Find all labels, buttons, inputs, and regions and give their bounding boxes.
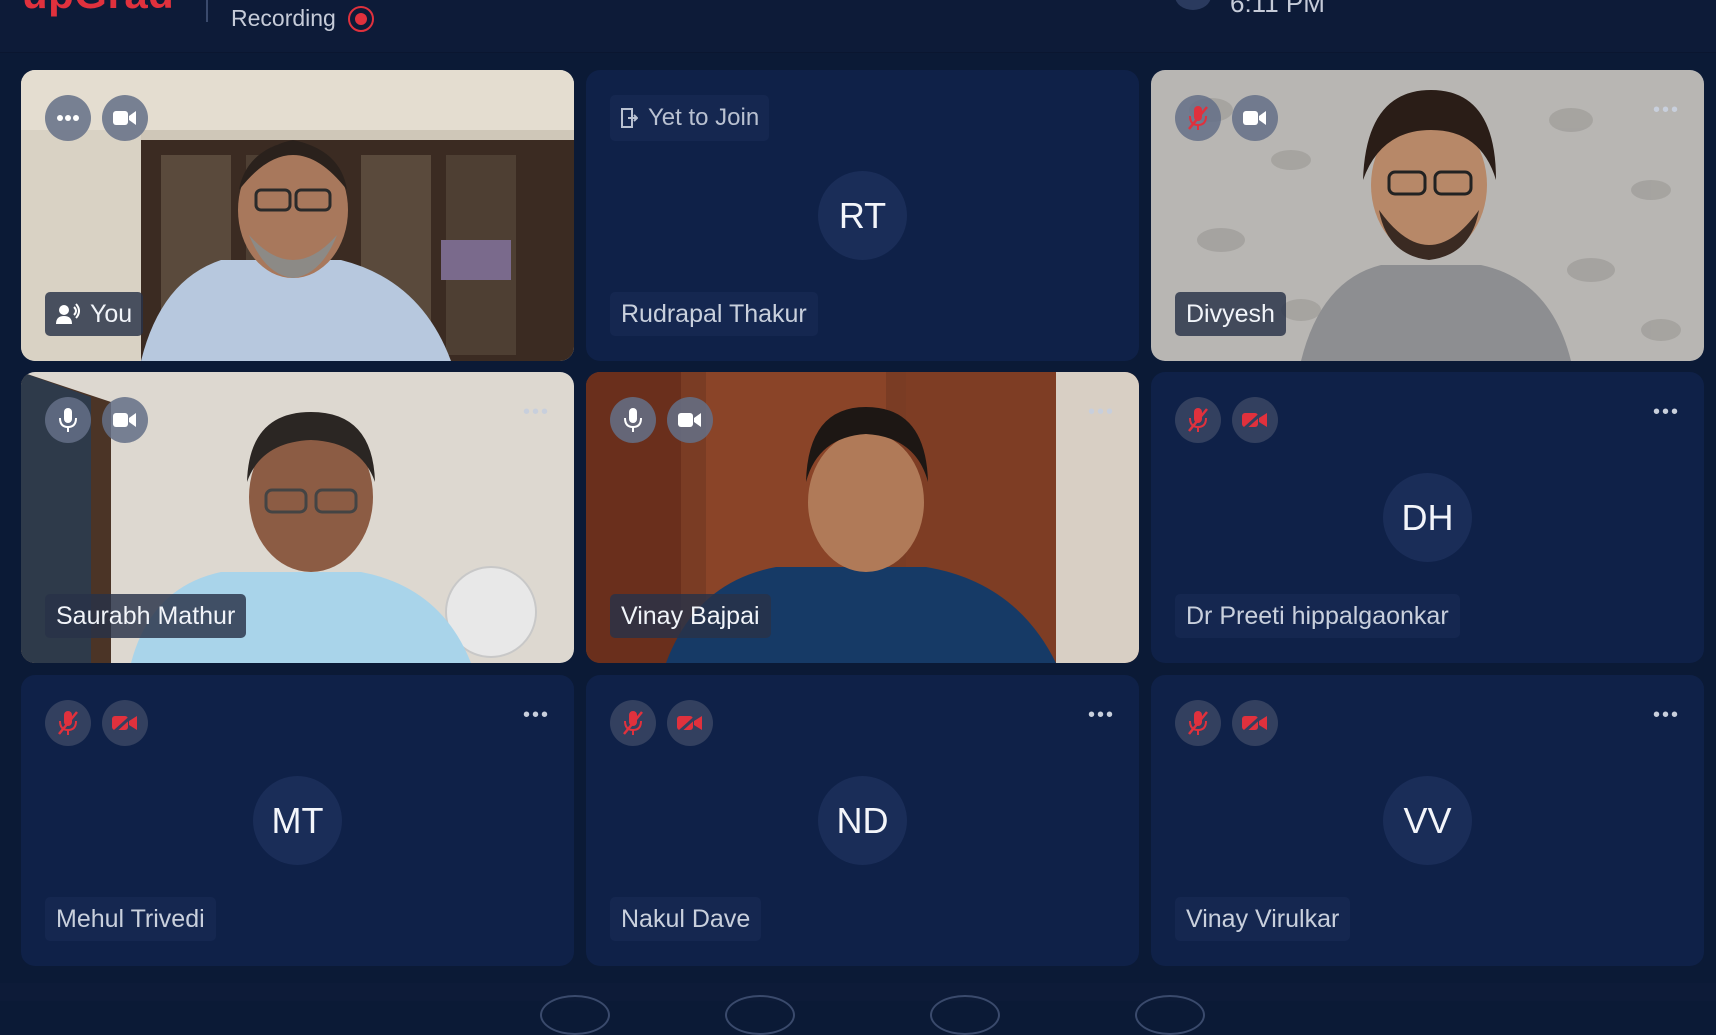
participant-tile-mehul-trivedi[interactable]: ••• MT Mehul Trivedi	[21, 675, 574, 966]
avatar: RT	[818, 171, 907, 260]
mic-toggle-button[interactable]	[45, 397, 91, 443]
brand-logo: upGrad	[22, 0, 174, 18]
mic-toggle-button[interactable]	[610, 397, 656, 443]
more-dots-icon[interactable]: •••	[1653, 705, 1680, 725]
mic-muted-icon	[1188, 408, 1208, 432]
participant-name: Divyesh	[1175, 292, 1286, 336]
recording-indicator-icon	[348, 6, 374, 32]
camera-toggle-button[interactable]	[102, 95, 148, 141]
camera-toggle-button[interactable]	[1232, 700, 1278, 746]
mic-toggle-button[interactable]	[1175, 397, 1221, 443]
camera-toggle-button[interactable]	[102, 397, 148, 443]
more-options-button[interactable]	[45, 95, 91, 141]
mic-muted-icon	[1188, 711, 1208, 735]
participant-tile-saurabh-mathur[interactable]: ••• Saurabh Mathur	[21, 372, 574, 663]
participant-name: Nakul Dave	[610, 897, 762, 941]
yet-to-join-badge: Yet to Join	[610, 95, 770, 141]
participant-tile-vinay-bajpai[interactable]: ••• Vinay Bajpai	[586, 372, 1139, 663]
camera-toggle-button[interactable]	[667, 397, 713, 443]
camera-off-icon	[112, 713, 137, 733]
more-dots-icon[interactable]: •••	[523, 705, 550, 725]
participant-grid: You Yet to Join RT Rudrapal Thakur ••• D…	[21, 70, 1706, 966]
avatar: ND	[818, 776, 907, 865]
participant-tile-nakul-dave[interactable]: ••• ND Nakul Dave	[586, 675, 1139, 966]
camera-icon	[678, 413, 701, 427]
participant-name-you: You	[45, 292, 144, 336]
header-divider	[206, 0, 208, 22]
more-dots-icon[interactable]: •••	[1088, 705, 1115, 725]
mic-toggle-button[interactable]	[610, 700, 656, 746]
camera-toggle-button[interactable]	[667, 700, 713, 746]
participant-name: Vinay Bajpai	[610, 594, 771, 638]
participant-tile-divyesh[interactable]: ••• Divyesh	[1151, 70, 1704, 361]
mic-toggle-button[interactable]	[45, 700, 91, 746]
join-door-icon	[621, 108, 638, 128]
bottom-control-button[interactable]	[725, 995, 795, 1035]
speaking-icon	[56, 303, 80, 324]
more-dots-icon[interactable]: •••	[523, 402, 550, 422]
camera-icon	[113, 413, 136, 427]
yet-to-join-label: Yet to Join	[648, 104, 760, 131]
camera-off-icon	[677, 713, 702, 733]
participant-tile-dr-preeti-hippalgaonkar[interactable]: ••• DH Dr Preeti hippalgaonkar	[1151, 372, 1704, 663]
top-bar: upGrad Recording 6:11 PM	[0, 0, 1716, 53]
participant-name: Mehul Trivedi	[45, 897, 216, 941]
mic-icon	[59, 408, 77, 432]
participant-name: Saurabh Mathur	[45, 594, 247, 638]
camera-off-icon	[1242, 410, 1267, 430]
participant-name-text: You	[90, 300, 133, 328]
mic-muted-icon	[58, 711, 78, 735]
avatar: VV	[1383, 776, 1472, 865]
more-dots-icon	[57, 115, 79, 121]
camera-icon	[1243, 111, 1266, 125]
bottom-control-bar	[0, 983, 1716, 1001]
camera-toggle-button[interactable]	[102, 700, 148, 746]
mic-muted-icon	[1188, 106, 1208, 130]
mic-toggle-button[interactable]	[1175, 700, 1221, 746]
camera-icon	[113, 111, 136, 125]
avatar: DH	[1383, 473, 1472, 562]
participant-name: Dr Preeti hippalgaonkar	[1175, 594, 1460, 638]
bottom-control-button[interactable]	[1135, 995, 1205, 1035]
avatar: MT	[253, 776, 342, 865]
camera-toggle-button[interactable]	[1232, 397, 1278, 443]
clock-icon	[1175, 0, 1211, 10]
mic-icon	[624, 408, 642, 432]
recording-label: Recording	[231, 5, 336, 31]
more-dots-icon[interactable]: •••	[1653, 100, 1680, 120]
participant-tile-you[interactable]: You	[21, 70, 574, 361]
participant-name: Rudrapal Thakur	[610, 292, 818, 336]
bottom-control-button[interactable]	[540, 995, 610, 1035]
more-dots-icon[interactable]: •••	[1653, 402, 1680, 422]
bottom-control-button[interactable]	[930, 995, 1000, 1035]
participant-tile-vinay-virulkar[interactable]: ••• VV Vinay Virulkar	[1151, 675, 1704, 966]
mic-muted-icon	[623, 711, 643, 735]
camera-off-icon	[1242, 713, 1267, 733]
camera-toggle-button[interactable]	[1232, 95, 1278, 141]
clock-text: 6:11 PM	[1230, 0, 1325, 18]
participant-name: Vinay Virulkar	[1175, 897, 1351, 941]
mic-toggle-button[interactable]	[1175, 95, 1221, 141]
participant-tile-rudrapal-thakur[interactable]: Yet to Join RT Rudrapal Thakur	[586, 70, 1139, 361]
more-dots-icon[interactable]: •••	[1088, 402, 1115, 422]
